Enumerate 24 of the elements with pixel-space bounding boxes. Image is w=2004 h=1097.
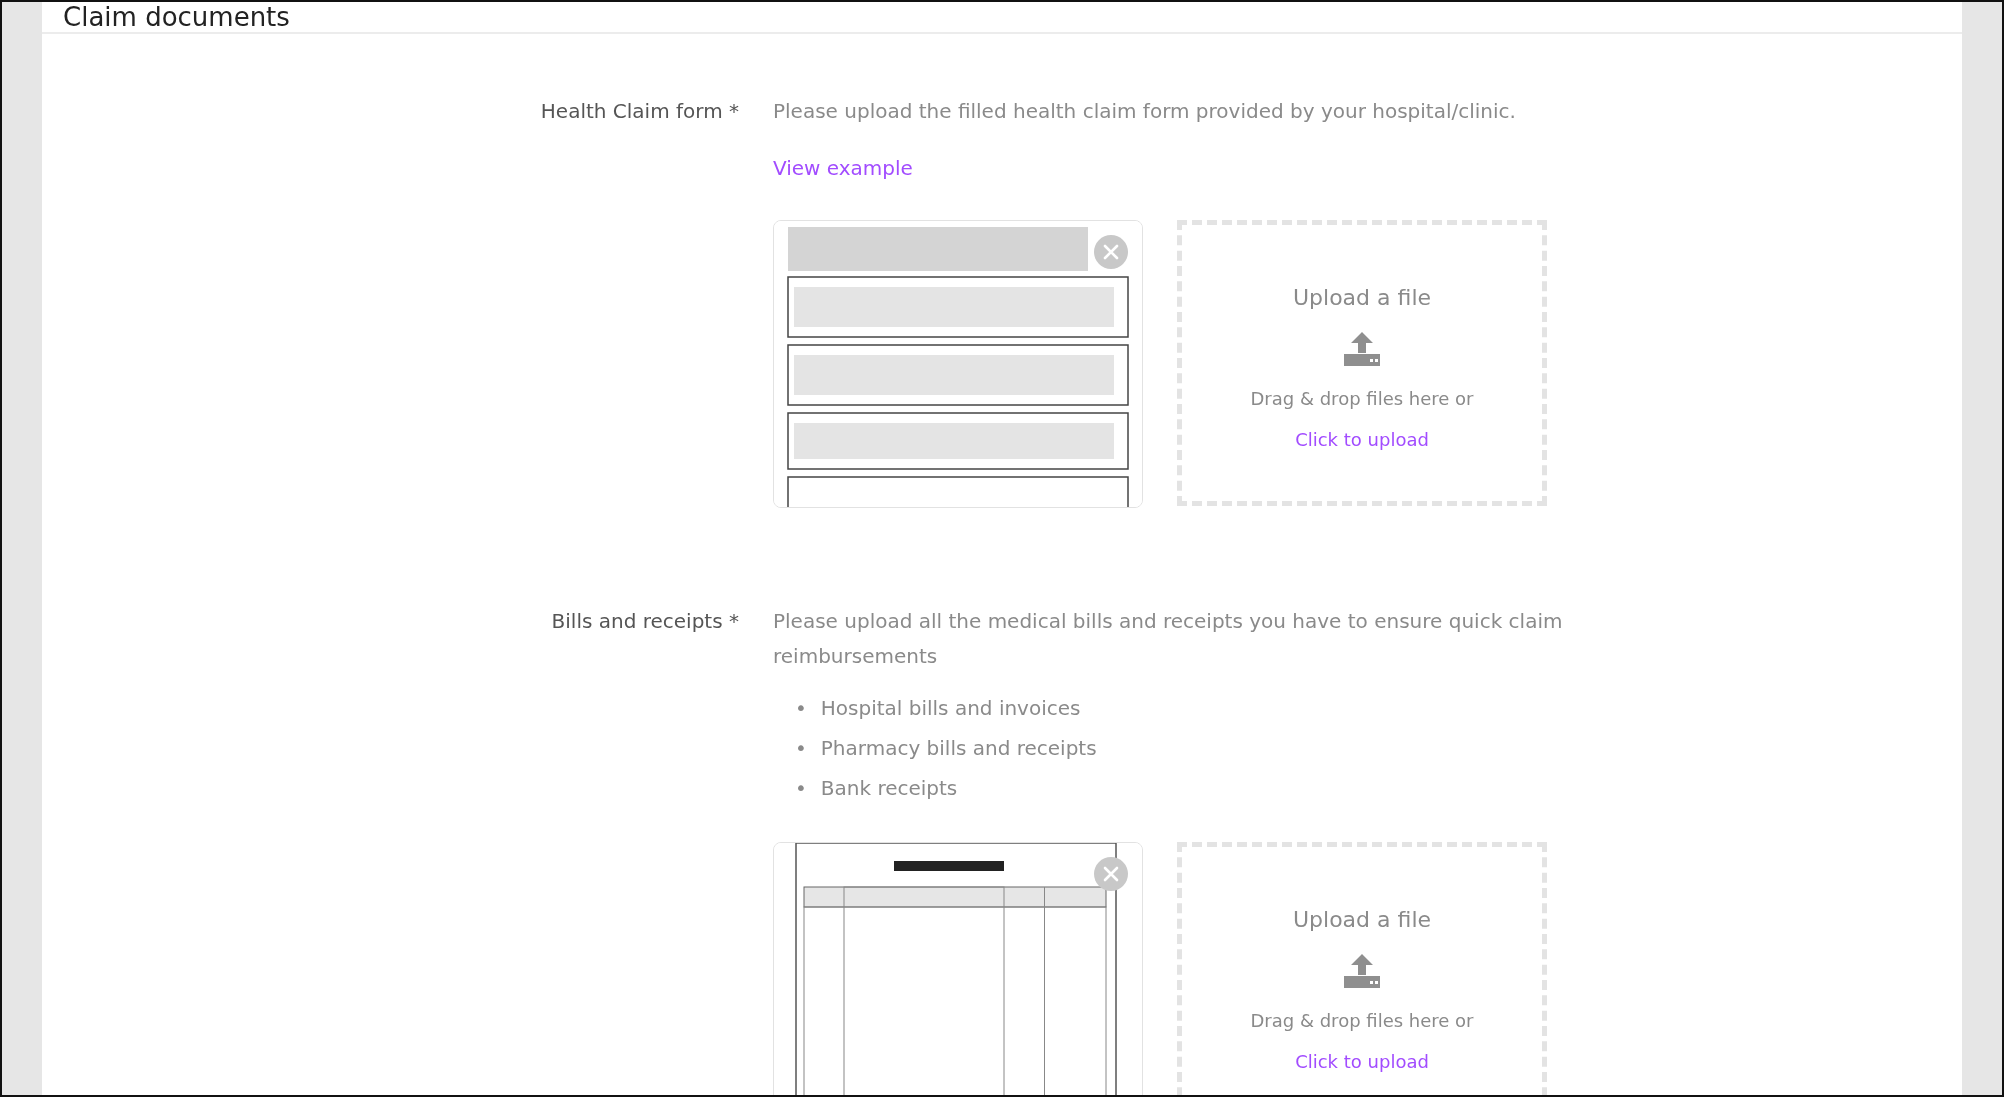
upload-title: Upload a file [1292,285,1432,310]
upload-hint: Drag & drop files here or [1250,1010,1474,1031]
page-title: Claim documents [63,2,290,32]
description-text: Please upload all the medical bills and receipts you have to ensure quick claim reimbursements [773,608,1564,670]
upload-icon [1344,954,1380,988]
upload-icon [1344,332,1380,366]
close-icon [1103,244,1119,260]
field-label: Bills and receipts * [550,608,739,635]
view-example-link[interactable]: View example [773,151,913,186]
field-label: Health Claim form * [539,98,739,125]
bullet-item: Hospital bills and invoices [820,695,1081,722]
bullet-marker: • [795,735,807,762]
upload-dropzone[interactable]: Upload a file Drag & drop files here or Click to upload [1177,220,1547,506]
description-text: Please upload the filled health claim form provided by your hospital/clinic. [773,98,1516,125]
bullet-marker: • [795,775,807,802]
bullet-item: Pharmacy bills and receipts [820,735,1097,762]
upload-title: Upload a file [1292,907,1432,932]
upload-hint: Drag & drop files here or [1250,388,1474,409]
close-icon [1103,866,1119,882]
bullet-item: Bank receipts [820,775,958,802]
bullet-marker: • [795,695,807,722]
upload-dropzone[interactable]: Upload a file Drag & drop files here or Click to upload [1177,842,1547,1095]
click-to-upload-link[interactable]: Click to upload [1295,429,1429,450]
click-to-upload-link[interactable]: Click to upload [1295,1051,1429,1072]
